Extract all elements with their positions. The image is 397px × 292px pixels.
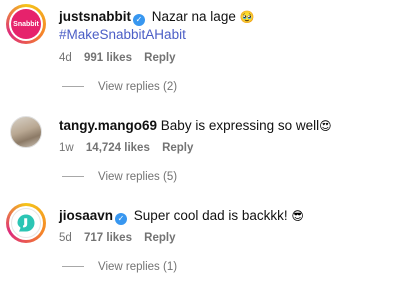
username[interactable]: jiosaavn: [59, 208, 113, 223]
view-replies-button[interactable]: View replies (2): [62, 81, 177, 93]
comment-age: 5d: [59, 232, 72, 244]
snabbit-logo: Snabbit: [11, 9, 41, 39]
verified-badge-icon: ✓: [115, 213, 128, 225]
reply-button[interactable]: Reply: [144, 232, 175, 244]
comment-emoji: 😎: [291, 209, 304, 223]
avatar-tangy-mango69[interactable]: [10, 116, 42, 148]
username[interactable]: justsnabbit: [59, 9, 131, 24]
comment-text: Nazar na lage: [151, 9, 236, 24]
view-replies-button[interactable]: View replies (5): [62, 171, 177, 183]
username[interactable]: tangy.mango69: [59, 118, 157, 133]
likes-count[interactable]: 717 likes: [84, 232, 132, 244]
likes-count[interactable]: 14,724 likes: [86, 142, 150, 154]
replies-divider: [62, 86, 84, 88]
replies-divider: [62, 176, 84, 178]
view-replies-label: View replies (2): [98, 81, 178, 93]
reply-button[interactable]: Reply: [162, 142, 193, 154]
avatar-justsnabbit[interactable]: Snabbit: [6, 4, 46, 44]
comment-emoji: 😍: [319, 119, 332, 133]
likes-count[interactable]: 991 likes: [84, 52, 132, 64]
view-replies-label: View replies (1): [98, 261, 178, 273]
verified-badge-icon: ✓: [133, 14, 146, 26]
view-replies-label: View replies (5): [98, 171, 178, 183]
comment-text: Baby is expressing so well: [160, 118, 320, 133]
comment-text: Super cool dad is backkk!: [133, 208, 288, 223]
reply-button[interactable]: Reply: [144, 52, 175, 64]
comment-emoji: 🥹: [239, 10, 255, 24]
comment-age: 1w: [59, 142, 74, 154]
hashtag-link[interactable]: #MakeSnabbitAHabit: [59, 26, 387, 44]
view-replies-button[interactable]: View replies (1): [62, 261, 177, 273]
replies-divider: [62, 266, 84, 268]
avatar-jiosaavn[interactable]: [6, 203, 46, 243]
jiosaavn-logo-icon: [11, 208, 41, 238]
comment-age: 4d: [59, 52, 72, 64]
